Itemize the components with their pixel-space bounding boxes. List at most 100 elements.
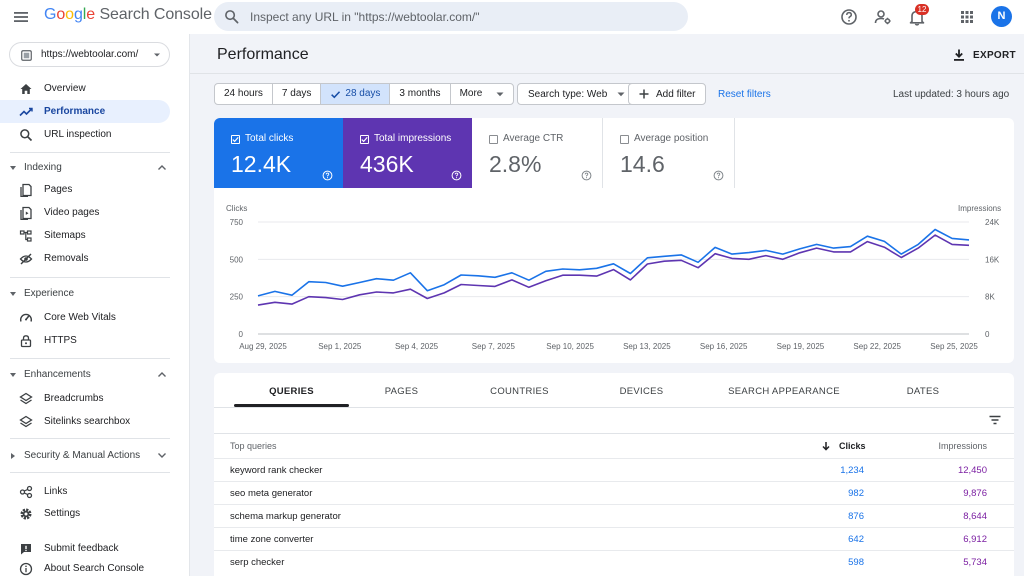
add-filter-button[interactable]: Add filter: [628, 83, 707, 105]
search-console-logo[interactable]: Google Search Console: [44, 6, 212, 24]
tab-search-appearance[interactable]: SEARCH APPEARANCE: [719, 373, 849, 407]
download-icon: [954, 49, 964, 61]
table-row[interactable]: time zone converter 642 6,912: [214, 527, 1014, 550]
range-7-days[interactable]: 7 days: [273, 84, 322, 104]
add-filter-label: Add filter: [656, 88, 696, 100]
right-axis-tick-label: 24K: [985, 218, 1000, 227]
tab-queries[interactable]: QUERIES: [234, 373, 349, 407]
range-28-days[interactable]: 28 days: [321, 84, 391, 104]
layers-icon: [19, 415, 33, 428]
table-row[interactable]: serp checker 598 5,734: [214, 550, 1014, 573]
help-icon[interactable]: [839, 7, 859, 27]
sidebar-item-label: Sitemaps: [44, 230, 86, 241]
range-more-dropdown[interactable]: More: [451, 84, 514, 104]
triangle-down-icon: [10, 166, 16, 170]
property-selector[interactable]: https://webtoolar.com/: [9, 42, 170, 67]
sidebar-item-label: Sitelinks searchbox: [44, 416, 131, 427]
sidebar-item-video-pages[interactable]: Video pages: [0, 201, 170, 224]
sidebar-item-about[interactable]: About Search Console: [0, 557, 170, 576]
export-label: EXPORT: [973, 50, 1016, 61]
right-axis-tick-label: 16K: [985, 255, 1000, 264]
menu-icon[interactable]: [11, 7, 31, 27]
sidebar-item-pages[interactable]: Pages: [0, 178, 170, 201]
links-icon: [19, 485, 33, 499]
sidebar-section-indexing[interactable]: Indexing: [0, 158, 180, 178]
sidebar-item-core-web-vitals[interactable]: Core Web Vitals: [0, 306, 170, 329]
search-type-dropdown[interactable]: Search type: Web: [517, 83, 637, 105]
sidebar-item-performance[interactable]: Performance: [0, 100, 170, 123]
query-text: schema markup generator: [230, 511, 341, 522]
sidebar-item-https[interactable]: HTTPS: [0, 329, 170, 352]
caret-down-icon: [496, 92, 504, 96]
table-row[interactable]: seo meta generator 982 9,876: [214, 481, 1014, 504]
range-label: More: [459, 88, 483, 99]
column-header-impressions[interactable]: Impressions: [938, 441, 987, 451]
plus-icon: [639, 89, 649, 99]
x-axis-tick-label: Sep 22, 2025: [853, 342, 901, 351]
x-axis-tick-label: Sep 1, 2025: [318, 342, 362, 351]
trending-icon: [19, 107, 33, 117]
range-24-hours[interactable]: 24 hours: [215, 84, 273, 104]
last-updated-text: Last updated: 3 hours ago: [893, 89, 1010, 100]
sidebar-item-sitemaps[interactable]: Sitemaps: [0, 224, 170, 247]
table-row[interactable]: keyword rank checker 1,234 12,450: [214, 458, 1014, 481]
column-header-clicks[interactable]: Clicks: [821, 440, 866, 452]
range-3-months[interactable]: 3 months: [390, 84, 451, 104]
sidebar-item-label: Core Web Vitals: [44, 312, 116, 323]
tab-pages[interactable]: PAGES: [344, 373, 459, 407]
x-axis-tick-label: Sep 13, 2025: [623, 342, 671, 351]
reset-filters-link[interactable]: Reset filters: [718, 89, 771, 100]
url-inspection-search[interactable]: [214, 2, 688, 31]
sitemap-icon: [19, 230, 32, 242]
lock-icon: [20, 335, 32, 348]
sidebar-item-label: Breadcrumbs: [44, 393, 104, 404]
sidebar-item-label: URL inspection: [44, 129, 112, 140]
property-url: https://webtoolar.com/: [41, 49, 139, 60]
tab-devices[interactable]: DEVICES: [584, 373, 699, 407]
sidebar-item-url-inspection[interactable]: URL inspection: [0, 123, 170, 146]
sidebar-item-breadcrumbs[interactable]: Breadcrumbs: [0, 387, 170, 410]
section-label: Security & Manual Actions: [24, 450, 141, 461]
account-avatar[interactable]: N: [991, 6, 1012, 27]
manage-users-icon[interactable]: [873, 7, 893, 27]
sidebar-section-enhancements[interactable]: Enhancements: [0, 365, 180, 385]
right-axis-tick-label: 0: [985, 330, 990, 339]
x-axis-tick-label: Sep 7, 2025: [472, 342, 516, 351]
layers-icon: [19, 392, 33, 405]
sidebar-section-experience[interactable]: Experience: [0, 284, 180, 304]
clicks-value: 642: [848, 534, 864, 545]
range-label: 24 hours: [224, 88, 263, 99]
search-icon: [20, 129, 33, 142]
search-input[interactable]: [250, 5, 670, 28]
range-label: 3 months: [399, 88, 441, 99]
sidebar-item-settings[interactable]: Settings: [0, 502, 170, 525]
sidebar-item-overview[interactable]: Overview: [0, 77, 170, 100]
sidebar-item-removals[interactable]: Removals: [0, 247, 170, 270]
performance-line-chart[interactable]: 750 500 250 0 24K 16K 8K 0 Aug 29, 2025 Sep 1, 20…: [214, 118, 1014, 363]
removals-icon: [19, 253, 33, 265]
chevron-down-icon: [158, 453, 166, 458]
impressions-value: 12,450: [957, 465, 987, 476]
apps-grid-icon[interactable]: [957, 7, 977, 27]
tab-dates[interactable]: DATES: [874, 373, 972, 407]
section-label: Experience: [24, 288, 75, 299]
x-axis-tick-label: Sep 10, 2025: [546, 342, 594, 351]
filter-icon[interactable]: [988, 413, 1002, 427]
tab-countries[interactable]: COUNTRIES: [462, 373, 577, 407]
sidebar-item-links[interactable]: Links: [0, 480, 170, 503]
arrow-down-icon: [822, 442, 830, 451]
table-row[interactable]: schema markup generator 876 8,644: [214, 504, 1014, 527]
sidebar-section-security[interactable]: Security & Manual Actions: [0, 446, 180, 466]
caret-down-icon: [617, 92, 625, 96]
series-line-impressions: [257, 234, 970, 306]
search-icon: [225, 10, 239, 24]
query-text: keyword rank checker: [230, 465, 323, 476]
sidebar-item-sitelinks-searchbox[interactable]: Sitelinks searchbox: [0, 410, 170, 433]
property-icon: [21, 50, 32, 61]
sidebar-item-label: Removals: [44, 253, 89, 264]
triangle-down-icon: [10, 373, 16, 377]
date-range-selector: 24 hours 7 days 28 days 3 months More: [214, 83, 515, 105]
clicks-value: 876: [848, 511, 864, 522]
logo-product: Search Console: [99, 6, 212, 23]
sidebar: https://webtoolar.com/ Overview Performa…: [0, 34, 190, 576]
